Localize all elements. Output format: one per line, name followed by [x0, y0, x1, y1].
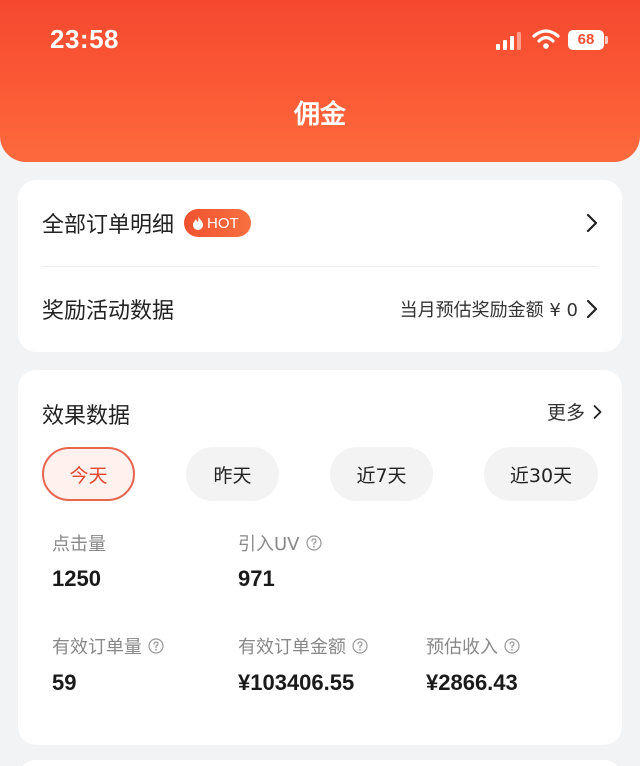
- tab-today[interactable]: 今天: [42, 447, 135, 501]
- wifi-icon: [532, 29, 560, 49]
- help-icon[interactable]: [352, 638, 368, 654]
- all-orders-row[interactable]: 全部订单明细 HOT: [18, 180, 622, 266]
- next-card-edge: [18, 760, 622, 766]
- metric-valid-orders-label: 有效订单量: [52, 633, 164, 659]
- metric-uv-value: 971: [238, 566, 275, 591]
- help-icon[interactable]: [305, 535, 322, 551]
- metric-valid-orders-value: 59: [52, 670, 77, 695]
- status-time: 23:58: [50, 24, 119, 54]
- reward-estimate-value: 当月预估奖励金额 ¥ 0: [399, 300, 578, 321]
- tab-yesterday[interactable]: 昨天: [186, 447, 279, 501]
- metric-clicks-value: 1250: [52, 566, 101, 591]
- metric-clicks-label-text: 点击量: [52, 534, 106, 555]
- metric-uv-label-text: 引入UV: [238, 534, 300, 555]
- metric-valid-orders-label-text: 有效订单量: [52, 637, 142, 658]
- effect-data-card: 效果数据 更多 今天 昨天 近7天 近30天 点击量 1250 引入UV 971…: [18, 370, 622, 745]
- chevron-right-icon: [593, 404, 602, 419]
- metric-uv-label: 引入UV: [238, 530, 322, 556]
- page-title: 佣金: [293, 100, 346, 130]
- help-icon[interactable]: [504, 638, 520, 654]
- cellular-signal-icon: [496, 32, 522, 50]
- metric-est-income-value: ¥2866.43: [426, 670, 518, 695]
- metric-clicks-label: 点击量: [52, 530, 106, 556]
- all-orders-right: [586, 213, 598, 233]
- effect-data-title: 效果数据: [42, 404, 131, 429]
- reward-data-row[interactable]: 奖励活动数据 当月预估奖励金额 ¥ 0: [18, 266, 622, 352]
- more-link[interactable]: 更多: [547, 398, 602, 425]
- links-card: 全部订单明细 HOT 奖励活动数据 当月预估奖励金额 ¥ 0: [18, 180, 622, 352]
- chevron-right-icon: [586, 213, 598, 233]
- hot-badge: HOT: [184, 209, 251, 237]
- reward-data-right: 当月预估奖励金额 ¥ 0: [400, 296, 598, 322]
- metric-order-amount-value: ¥103406.55: [238, 670, 355, 695]
- flame-icon: [193, 216, 204, 230]
- chevron-right-icon: [586, 299, 598, 319]
- battery-icon: 68: [568, 30, 608, 50]
- tab-last-7-days[interactable]: 近7天: [330, 447, 433, 501]
- metric-est-income-label-text: 预估收入: [426, 637, 498, 658]
- reward-data-label: 奖励活动数据: [42, 299, 175, 324]
- header-banner: 23:58 68 佣金: [0, 0, 640, 162]
- more-link-label: 更多: [546, 402, 585, 424]
- tab-last-30-days[interactable]: 近30天: [484, 447, 598, 501]
- status-bar: 23:58 68: [0, 0, 640, 80]
- help-icon[interactable]: [148, 638, 164, 654]
- all-orders-label: 全部订单明细: [42, 213, 175, 238]
- metric-est-income-label: 预估收入: [426, 633, 520, 659]
- metric-order-amount-label: 有效订单金额: [238, 633, 368, 659]
- metric-order-amount-label-text: 有效订单金额: [238, 637, 346, 658]
- hot-badge-label: HOT: [207, 214, 239, 232]
